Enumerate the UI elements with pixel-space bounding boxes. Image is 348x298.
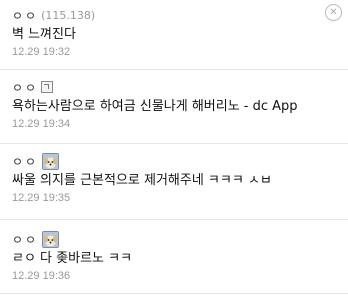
comment-text: 욕하는사람으로 하여금 신물나게 해버리노 - dc App — [12, 99, 298, 114]
comment-header: ㅇㅇ (115.138) — [12, 4, 348, 26]
comment-header: ㅇㅇ — [12, 228, 348, 250]
comment-item: ㅇㅇ (115.138) 벽 느껴진다 12.29 19:32 — [0, 4, 348, 70]
comment-ip: (115.138) — [41, 8, 96, 22]
dog-avatar-icon[interactable] — [42, 230, 60, 248]
comment-text: ㄹㅇ 다 좆바르노 ㅋㅋ — [12, 251, 133, 266]
comment-date: 12.29 19:34 — [12, 118, 71, 130]
comment-item: ㅇㅇ 욕하는사람으로 하여금 신물나게 해버리노 - dc App 12.29 … — [0, 76, 348, 144]
comment-nickname[interactable]: ㅇㅇ — [12, 7, 38, 24]
comment-nickname[interactable]: ㅇㅇ — [12, 231, 38, 248]
comment-nickname[interactable]: ㅇㅇ — [12, 153, 38, 170]
comment-item: ㅇㅇ 싸울 의지를 근본적으로 제거해주네 ㅋㅋㅋ ㅅㅂ 12.29 19:35 — [0, 150, 348, 220]
comment-date: 12.29 19:35 — [12, 192, 71, 204]
comment-date: 12.29 19:36 — [12, 270, 71, 282]
comment-header: ㅇㅇ — [12, 150, 348, 172]
comment-nickname[interactable]: ㅇㅇ — [12, 79, 38, 96]
comment-text: 벽 느껴진다 — [12, 27, 76, 42]
comment-item: ㅇㅇ ㄹㅇ 다 좆바르노 ㅋㅋ 12.29 19:36 — [0, 228, 348, 294]
dog-avatar-icon[interactable] — [42, 152, 60, 170]
comment-text: 싸울 의지를 근본적으로 제거해주네 ㅋㅋㅋ ㅅㅂ — [12, 173, 272, 188]
comment-header: ㅇㅇ — [12, 76, 348, 98]
gallog-icon[interactable] — [41, 81, 54, 93]
close-icon[interactable]: ✕ — [325, 4, 342, 21]
comment-date: 12.29 19:32 — [12, 46, 71, 58]
